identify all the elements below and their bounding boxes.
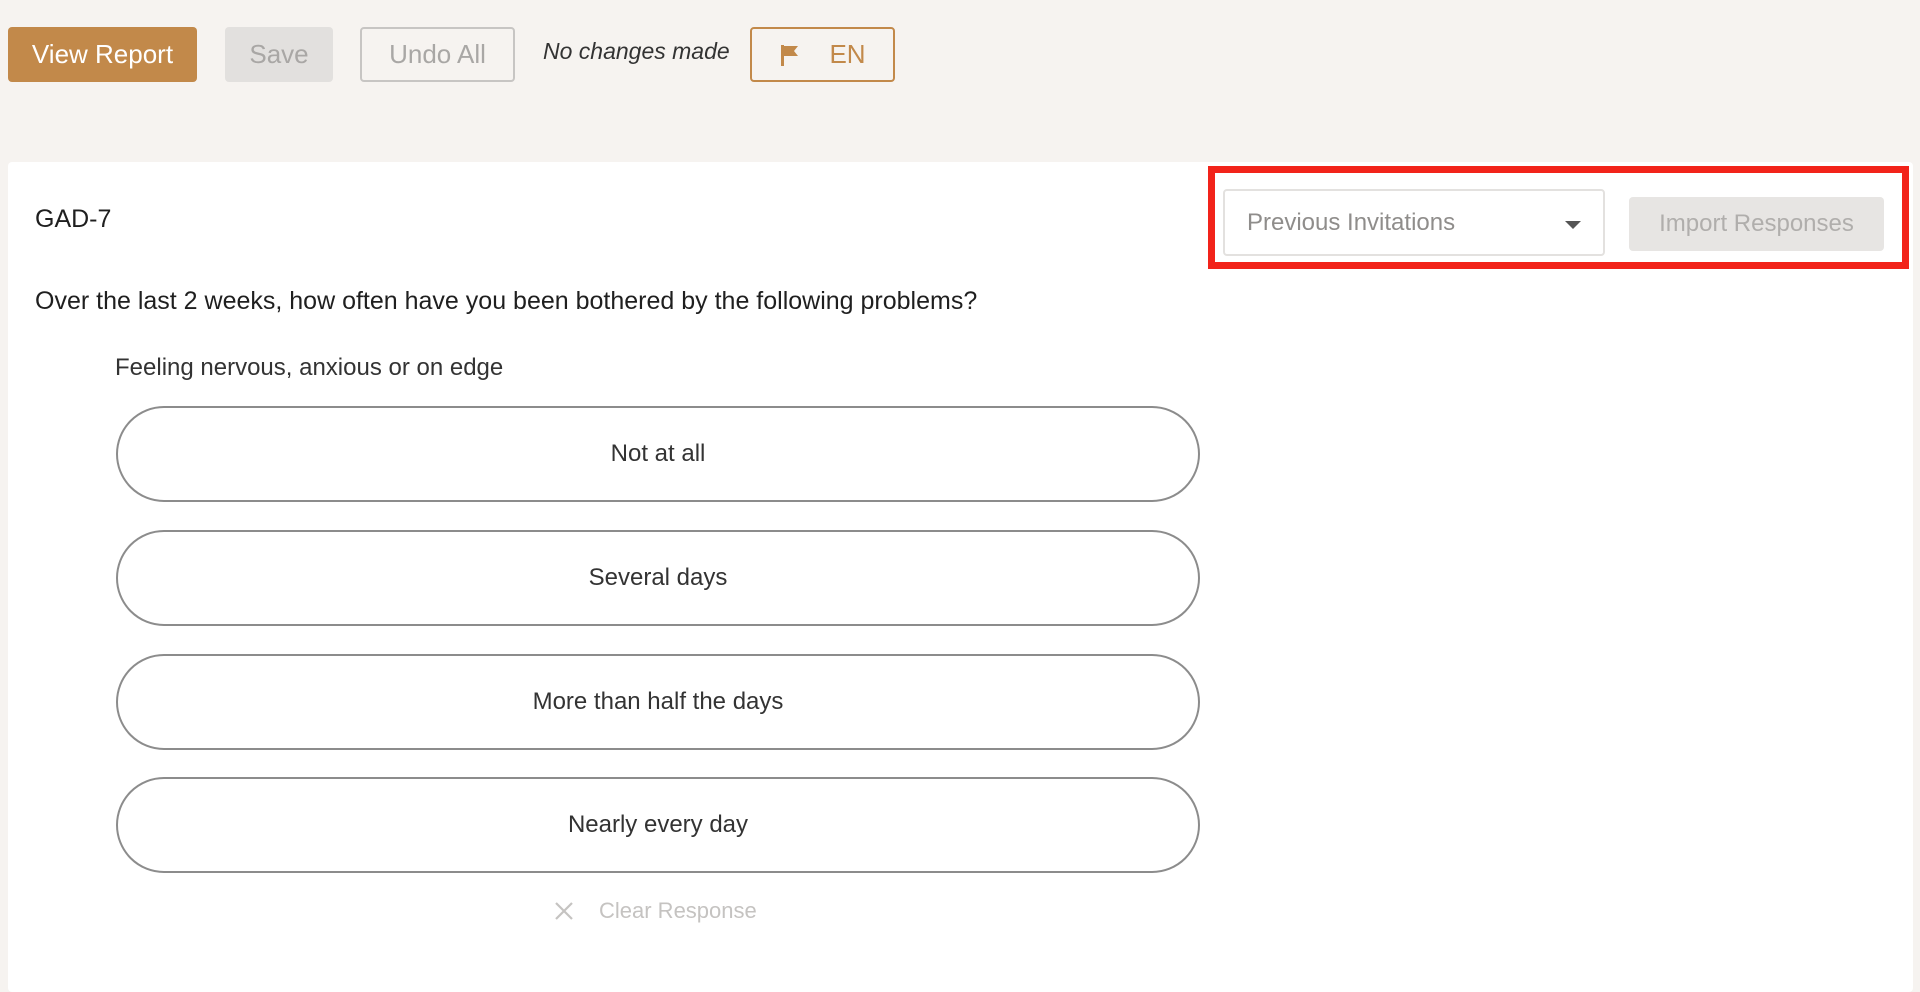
questionnaire-card: GAD-7 Previous Invitations Import Respon… — [8, 162, 1913, 992]
undo-all-button[interactable]: Undo All — [360, 27, 515, 82]
previous-invitations-label: Previous Invitations — [1247, 208, 1456, 236]
import-responses-button[interactable]: Import Responses — [1629, 197, 1884, 251]
clear-response-button[interactable]: Clear Response — [553, 898, 757, 924]
language-label: EN — [829, 39, 866, 69]
close-icon — [553, 900, 575, 922]
language-button[interactable]: EN — [750, 27, 895, 82]
toolbar: View Report Save Undo All No changes mad… — [0, 0, 1920, 162]
form-title: GAD-7 — [35, 205, 112, 233]
option-not-at-all[interactable]: Not at all — [116, 406, 1200, 502]
option-several-days[interactable]: Several days — [116, 530, 1200, 626]
option-more-than-half[interactable]: More than half the days — [116, 654, 1200, 750]
item-label: Feeling nervous, anxious or on edge — [115, 354, 504, 381]
change-status-text: No changes made — [543, 38, 730, 64]
option-nearly-every-day[interactable]: Nearly every day — [116, 777, 1200, 873]
flag-icon — [779, 43, 801, 67]
save-button[interactable]: Save — [225, 27, 333, 82]
clear-response-label: Clear Response — [599, 898, 757, 923]
previous-invitations-select[interactable]: Previous Invitations — [1223, 189, 1605, 256]
caret-down-icon — [1565, 221, 1581, 229]
view-report-button[interactable]: View Report — [8, 27, 197, 82]
question-text: Over the last 2 weeks, how often have yo… — [35, 287, 978, 315]
